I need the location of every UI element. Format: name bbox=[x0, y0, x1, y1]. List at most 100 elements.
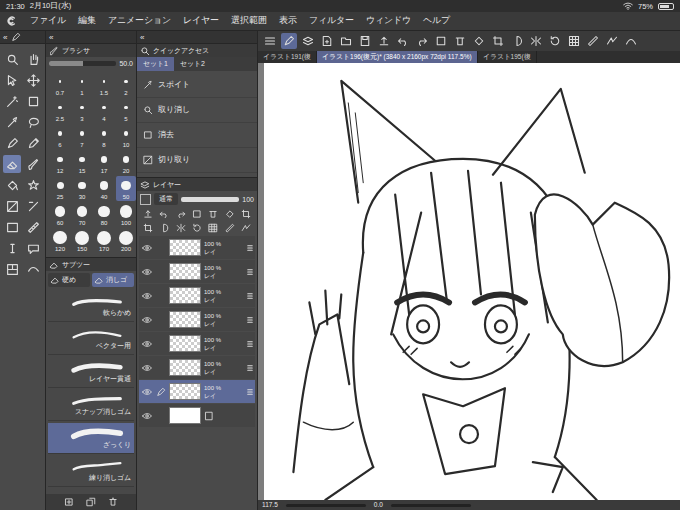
command-button[interactable] bbox=[471, 33, 487, 49]
brush-size-preset[interactable]: 25 bbox=[50, 176, 70, 201]
canvas-tab[interactable]: イラスト196(復元)* (3840 x 2160px 72dpi 117.5%… bbox=[317, 51, 478, 63]
tool-button[interactable] bbox=[24, 155, 42, 173]
drag-handle-icon[interactable] bbox=[247, 387, 253, 397]
brush-size-preset[interactable]: 10 bbox=[116, 124, 136, 149]
brush-size-preset[interactable]: 12 bbox=[50, 150, 70, 175]
quick-access-item[interactable]: スポイト bbox=[137, 73, 257, 98]
sub-tool-tab[interactable]: 消しゴ bbox=[92, 273, 134, 287]
add-icon[interactable] bbox=[64, 497, 74, 507]
layer-tool-icon[interactable] bbox=[159, 209, 169, 219]
copy-icon[interactable] bbox=[86, 497, 96, 507]
layer-tool-icon[interactable] bbox=[192, 209, 202, 219]
eye-icon[interactable] bbox=[142, 363, 152, 373]
sub-tool-tab[interactable]: 硬め bbox=[48, 273, 90, 287]
brush-size-preset[interactable]: 120 bbox=[50, 228, 70, 253]
layer-tool-icon[interactable] bbox=[176, 209, 186, 219]
command-button[interactable] bbox=[433, 33, 449, 49]
brush-size-preset[interactable]: 7 bbox=[72, 124, 92, 149]
brush-size-preset[interactable]: 2.5 bbox=[50, 98, 70, 123]
eye-icon[interactable] bbox=[142, 339, 152, 349]
canvas[interactable] bbox=[264, 63, 680, 500]
layer-action-icon[interactable] bbox=[143, 223, 153, 233]
layer-color-box[interactable] bbox=[140, 194, 151, 205]
menu-item[interactable]: 選択範囲 bbox=[231, 15, 267, 27]
angle-reading[interactable]: 0.0 bbox=[374, 500, 383, 510]
layer-action-icon[interactable] bbox=[176, 223, 186, 233]
eye-icon[interactable] bbox=[142, 243, 152, 253]
command-button[interactable] bbox=[566, 33, 582, 49]
command-button[interactable] bbox=[376, 33, 392, 49]
command-button[interactable] bbox=[281, 33, 297, 49]
tool-button[interactable] bbox=[3, 92, 21, 110]
sub-tool-item[interactable]: 軟らかめ bbox=[48, 291, 134, 322]
menu-item[interactable]: 編集 bbox=[78, 15, 96, 27]
brush-size-preset[interactable]: 20 bbox=[116, 150, 136, 175]
menu-item[interactable]: ウィンドウ bbox=[366, 15, 411, 27]
layer-action-icon[interactable] bbox=[225, 223, 235, 233]
brush-size-preset[interactable]: 200 bbox=[116, 228, 136, 253]
layer-row[interactable]: 100 %レイ bbox=[139, 356, 255, 379]
tool-button[interactable] bbox=[3, 176, 21, 194]
brush-size-preset[interactable]: 17 bbox=[94, 150, 114, 175]
eye-icon[interactable] bbox=[142, 291, 152, 301]
command-button[interactable] bbox=[604, 33, 620, 49]
menu-item[interactable]: ファイル bbox=[30, 15, 66, 27]
drag-handle-icon[interactable] bbox=[247, 291, 253, 301]
brush-size-preset[interactable]: 0.7 bbox=[50, 72, 70, 97]
tool-button[interactable] bbox=[3, 218, 21, 236]
menu-item[interactable]: レイヤー bbox=[183, 15, 219, 27]
zoom-reading[interactable]: 117.5 bbox=[262, 500, 278, 510]
rotate-slider[interactable] bbox=[391, 504, 471, 507]
brush-size-preset[interactable]: 100 bbox=[116, 202, 136, 227]
tool-button[interactable] bbox=[24, 176, 42, 194]
brush-size-preset[interactable]: 15 bbox=[72, 150, 92, 175]
command-button[interactable] bbox=[414, 33, 430, 49]
brush-size-preset[interactable]: 1 bbox=[72, 72, 92, 97]
layer-row[interactable]: 100 %レイ bbox=[139, 260, 255, 283]
tool-button[interactable] bbox=[24, 113, 42, 131]
layer-tool-icon[interactable] bbox=[208, 209, 218, 219]
command-button[interactable] bbox=[300, 33, 316, 49]
sub-tool-item[interactable]: レイヤー貫通 bbox=[48, 357, 134, 388]
drag-handle-icon[interactable] bbox=[247, 315, 253, 325]
eye-icon[interactable] bbox=[142, 387, 152, 397]
drag-handle-icon[interactable] bbox=[247, 267, 253, 277]
tool-button[interactable] bbox=[3, 50, 21, 68]
blend-mode-select[interactable]: 通常 bbox=[154, 193, 178, 205]
menu-item[interactable]: アニメーション bbox=[108, 15, 171, 27]
tool-button[interactable] bbox=[3, 260, 21, 278]
quick-access-tab[interactable]: セット2 bbox=[174, 57, 211, 71]
tool-button[interactable] bbox=[3, 134, 21, 152]
command-button[interactable] bbox=[490, 33, 506, 49]
command-button[interactable] bbox=[262, 33, 278, 49]
layer-tool-icon[interactable] bbox=[225, 209, 235, 219]
menu-item[interactable]: ヘルプ bbox=[423, 15, 450, 27]
layer-tool-icon[interactable] bbox=[241, 209, 251, 219]
layer-row[interactable]: 100 %レイ bbox=[139, 284, 255, 307]
collapse-button[interactable]: « bbox=[3, 33, 7, 42]
quick-access-item[interactable]: 消去 bbox=[137, 123, 257, 148]
drag-handle-icon[interactable] bbox=[247, 243, 253, 253]
drag-handle-icon[interactable] bbox=[247, 339, 253, 349]
eye-icon[interactable] bbox=[142, 315, 152, 325]
tool-button[interactable] bbox=[3, 113, 21, 131]
command-button[interactable] bbox=[528, 33, 544, 49]
eye-icon[interactable] bbox=[142, 411, 152, 421]
canvas-tab[interactable]: イラスト195(復 bbox=[478, 51, 537, 63]
tool-button[interactable] bbox=[24, 50, 42, 68]
tool-button[interactable] bbox=[24, 134, 42, 152]
sub-tool-item[interactable]: ざっくり bbox=[48, 423, 134, 454]
brush-size-slider[interactable] bbox=[49, 61, 116, 66]
quick-access-item[interactable]: 取り消し bbox=[137, 98, 257, 123]
brush-size-preset[interactable]: 70 bbox=[72, 202, 92, 227]
eye-icon[interactable] bbox=[142, 267, 152, 277]
trash-icon[interactable] bbox=[108, 497, 118, 507]
layer-action-icon[interactable] bbox=[159, 223, 169, 233]
command-button[interactable] bbox=[338, 33, 354, 49]
collapse-button[interactable]: « bbox=[140, 33, 144, 42]
quick-access-item[interactable]: 切り取り bbox=[137, 148, 257, 173]
collapse-button[interactable]: « bbox=[49, 33, 53, 42]
tool-button[interactable] bbox=[24, 218, 42, 236]
tool-button[interactable] bbox=[24, 71, 42, 89]
command-button[interactable] bbox=[623, 33, 639, 49]
